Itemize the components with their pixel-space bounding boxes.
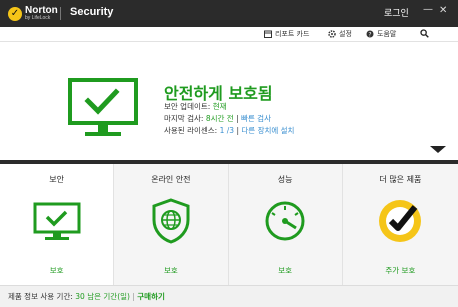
help-label: 도움말 — [377, 30, 397, 38]
settings-link[interactable]: 설정 — [328, 29, 352, 39]
gear-icon — [328, 30, 336, 38]
tile-status: 보호 — [163, 266, 178, 275]
update-value: 현재 — [212, 102, 227, 111]
title-separator — [60, 7, 61, 20]
footer-separator: | — [132, 292, 135, 301]
license-value: 1 /3 — [219, 126, 235, 135]
shield-globe-icon — [151, 198, 191, 248]
login-link[interactable]: 로그인 — [384, 6, 409, 19]
help-icon: ? — [366, 30, 374, 38]
update-row: 보안 업데이트: 현재 — [164, 101, 227, 112]
subscription-info: 제품 정보 사용 기간: 30 남은 기간(일) | 구매하기 — [8, 291, 165, 302]
tile-security[interactable]: 보안 보호 — [0, 164, 115, 285]
monitor-check-icon — [33, 202, 81, 246]
minimize-button[interactable]: — — [423, 4, 433, 15]
tile-status: 보호 — [49, 266, 64, 275]
tile-title: 더 많은 제품 — [379, 175, 422, 184]
tile-online-safety[interactable]: 온라인 안전 보호 — [114, 164, 229, 285]
toolbar: 리포트 카드 설정 ? 도움말 — [0, 27, 458, 42]
protected-monitor-icon — [68, 78, 138, 144]
report-card-label: 리포트 카드 — [275, 30, 310, 38]
norton-logo: ✓ Norton by LifeLock — [8, 5, 58, 22]
calendar-icon — [264, 30, 272, 38]
tile-status: 보호 — [278, 266, 293, 275]
quick-scan-link[interactable]: 빠른 검사 — [241, 114, 271, 123]
tile-status: 주가 보호 — [385, 266, 416, 275]
search-icon — [420, 29, 429, 38]
help-link[interactable]: ? 도움말 — [366, 29, 396, 39]
scan-separator: | — [236, 114, 239, 123]
scan-value: 8시간 전 — [205, 114, 234, 123]
report-card-link[interactable]: 리포트 카드 — [264, 29, 309, 39]
close-button[interactable]: ✕ — [439, 5, 447, 16]
svg-text:?: ? — [368, 31, 371, 38]
tile-performance[interactable]: 성능 보호 — [228, 164, 343, 285]
license-row: 사용된 라이센스: 1 /3 | 다른 장치에 설치 — [164, 125, 294, 136]
gauge-icon — [263, 199, 307, 247]
subscription-label: 제품 정보 사용 기간: — [8, 292, 73, 301]
footer: 제품 정보 사용 기간: 30 남은 기간(일) | 구매하기 — [0, 285, 458, 307]
license-separator: | — [236, 126, 239, 135]
tile-more-products[interactable]: 더 많은 제품 주가 보호 — [342, 164, 458, 285]
norton-seal-icon — [377, 198, 423, 248]
norton-check-icon: ✓ — [8, 6, 22, 21]
days-remaining: 30 남은 기간(일) — [75, 292, 130, 301]
settings-label: 설정 — [339, 30, 352, 38]
tile-title: 보안 — [49, 175, 64, 184]
tile-title: 온라인 안전 — [151, 175, 191, 184]
license-label: 사용된 라이센스: — [164, 126, 218, 135]
scan-row: 마지막 검사: 8시간 전 | 빠른 검사 — [164, 113, 271, 124]
feature-tiles: 보안 보호 온라인 안전 보호 성능 보호 더 많은 제품 주가 보호 — [0, 164, 458, 285]
title-bar: ✓ Norton by LifeLock Security 로그인 — ✕ — [0, 0, 458, 27]
search-button[interactable] — [420, 29, 432, 38]
expand-arrow-icon[interactable] — [430, 146, 446, 153]
tile-title: 성능 — [277, 175, 293, 184]
app-title: Security — [70, 6, 114, 18]
update-label: 보안 업데이트: — [164, 102, 211, 111]
install-other-device-link[interactable]: 다른 장치에 설치 — [241, 126, 294, 135]
scan-label: 마지막 검사: — [164, 114, 204, 123]
buy-link[interactable]: 구매하기 — [137, 292, 165, 301]
